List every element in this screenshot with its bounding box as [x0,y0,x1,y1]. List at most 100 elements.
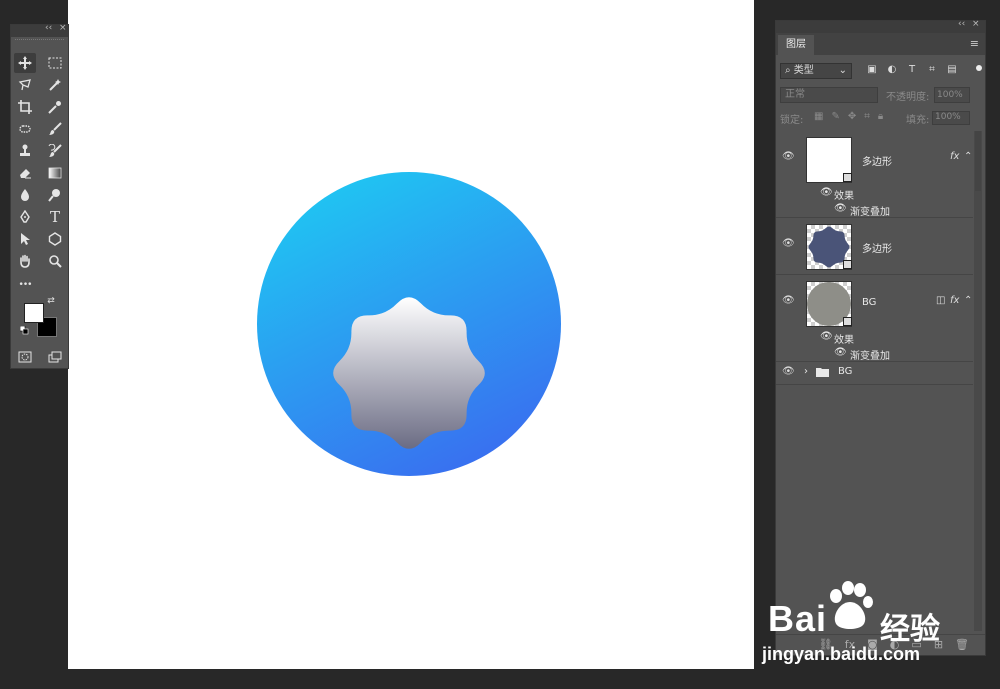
blend-mode-select[interactable]: 正常 [780,87,878,103]
effects-label: 效果 [834,335,854,346]
more-tools-icon[interactable]: ••• [14,275,36,295]
layer-row[interactable]: 👁︎ 多边形 fx ⌃ 👁︎ 效果 👁︎ 渐变叠加 [776,131,973,218]
lock-icons: ▦ ✎ ✥ ⌗ 🔒︎ [814,111,883,122]
shape-filter-icon[interactable]: ⌗ [926,63,938,77]
close-icon[interactable]: × [972,19,980,29]
brush-tool-icon[interactable] [44,119,66,139]
blur-tool-icon[interactable] [14,185,36,205]
panel-menu-icon[interactable]: ≡ [970,37,979,50]
layers-scrollbar[interactable] [974,131,982,631]
eye-icon[interactable]: 👁︎ [820,187,833,198]
tools-panel-header[interactable]: ‹‹ × [11,23,68,37]
pen-tool-icon[interactable] [14,207,36,227]
hand-tool-icon[interactable] [14,251,36,271]
eye-icon[interactable]: 👁︎ [834,347,847,358]
chevron-down-icon: ⌄ [838,65,847,76]
type-filter-icon[interactable]: T [906,63,918,77]
filter-kind-label: 类型 [793,65,814,76]
zoom-tool-icon[interactable] [44,251,66,271]
lock-label: 锁定: [780,115,804,126]
adjustment-filter-icon[interactable]: ◐ [886,63,898,77]
lasso-tool-icon[interactable] [14,75,36,95]
folder-icon [816,367,829,380]
dodge-tool-icon[interactable] [44,185,66,205]
fill-label: 填充: [906,115,930,126]
lock-pixels-icon[interactable]: ✎ [831,111,839,122]
marquee-tool-icon[interactable] [44,53,66,73]
eye-icon[interactable]: 👁︎ [820,331,833,342]
filter-kind-select[interactable]: ⌕ 类型 ⌄ [780,63,852,79]
layer-name: 多边形 [862,157,892,168]
shape-tool-icon[interactable] [44,229,66,249]
tools-panel: ‹‹ × T ••• ⇄ [10,23,69,369]
polygon-badge [333,297,485,449]
fill-input[interactable]: 100% [932,111,970,125]
lock-all-icon[interactable]: 🔒︎ [878,111,883,122]
layer-filter-row: ⌕ 类型 ⌄ ▣ ◐ T ⌗ ▤ [780,63,982,81]
layers-panel-header[interactable]: ‹‹ × [776,19,985,33]
close-icon[interactable]: × [59,23,67,33]
layer-group-row[interactable]: 👁︎ › BG [776,362,973,385]
history-brush-tool-icon[interactable] [44,141,66,161]
document-canvas[interactable] [68,0,754,669]
eraser-tool-icon[interactable] [14,163,36,183]
clone-stamp-tool-icon[interactable] [14,141,36,161]
layer-name: 多边形 [862,244,892,255]
path-selection-tool-icon[interactable] [14,229,36,249]
collapse-icon[interactable]: ‹‹ [45,23,52,33]
link-icon [843,317,852,326]
type-tool-icon[interactable]: T [44,207,66,227]
eye-icon[interactable]: 👁︎ [782,151,795,162]
eye-icon[interactable]: 👁︎ [782,366,795,377]
effect-name: 渐变叠加 [850,207,890,218]
move-tool-icon[interactable] [14,53,36,73]
eye-icon[interactable]: 👁︎ [782,295,795,306]
opacity-input[interactable]: 100% [934,87,970,103]
tab-layers[interactable]: 图层 [778,35,814,55]
healing-brush-tool-icon[interactable] [14,119,36,139]
paw-logo-icon [830,581,873,629]
panel-tab-bar: 图层 ≡ [776,33,985,55]
lock-position-icon[interactable]: ✥ [848,111,856,122]
link-icon [843,173,852,182]
layer-row[interactable]: 👁︎ 多边形 [776,218,973,275]
smart-object-icon: ◫ [936,295,946,306]
lock-row: 锁定: ▦ ✎ ✥ ⌗ 🔒︎ 填充: 100% [780,111,980,127]
quick-mask-icon[interactable] [14,347,36,367]
chevron-right-icon[interactable]: › [804,366,808,377]
crop-tool-icon[interactable] [14,97,36,117]
effects-label: 效果 [834,191,854,202]
collapse-icon[interactable]: ‹‹ [958,19,965,29]
watermark-url: jingyan.baidu.com [762,644,921,664]
lock-artboard-icon[interactable]: ⌗ [864,111,870,122]
fx-icon[interactable]: fx [950,295,959,306]
image-filter-icon[interactable]: ▣ [866,63,878,77]
gradient-tool-icon[interactable] [44,163,66,183]
watermark-bai: Bai [768,598,828,639]
canvas-artwork [257,172,561,476]
default-colors-icon[interactable] [19,325,29,335]
lock-transparent-icon[interactable]: ▦ [814,111,823,122]
effect-name: 渐变叠加 [850,351,890,362]
filter-toggle-icon[interactable] [976,65,982,71]
panel-grip[interactable] [15,39,64,46]
baidu-watermark: Bai 经验 jingyan.baidu.com [762,576,982,676]
eye-icon[interactable]: 👁︎ [834,203,847,214]
opacity-label: 不透明度: [886,92,930,103]
screen-mode-icon[interactable] [44,347,66,367]
eye-icon[interactable]: 👁︎ [782,238,795,249]
watermark-jingyan: 经验 [880,612,940,647]
chevron-up-icon[interactable]: ⌃ [964,295,972,306]
link-icon [843,260,852,269]
layer-row[interactable]: 👁︎ BG ◫ fx ⌃ 👁︎ 效果 👁︎ 渐变叠加 [776,275,973,362]
filter-icons: ▣ ◐ T ⌗ ▤ [866,63,958,77]
foreground-color-swatch[interactable] [24,303,44,323]
eyedropper-tool-icon[interactable] [44,97,66,117]
fx-icon[interactable]: fx [950,151,959,162]
layers-panel: ‹‹ × 图层 ≡ ⌕ 类型 ⌄ ▣ ◐ T ⌗ ▤ 正常 不透明度: 100%… [775,19,986,656]
swap-colors-icon[interactable]: ⇄ [45,295,57,307]
smart-object-filter-icon[interactable]: ▤ [946,63,958,77]
magic-wand-tool-icon[interactable] [44,75,66,95]
layer-name: BG [862,297,877,308]
chevron-up-icon[interactable]: ⌃ [964,151,972,162]
